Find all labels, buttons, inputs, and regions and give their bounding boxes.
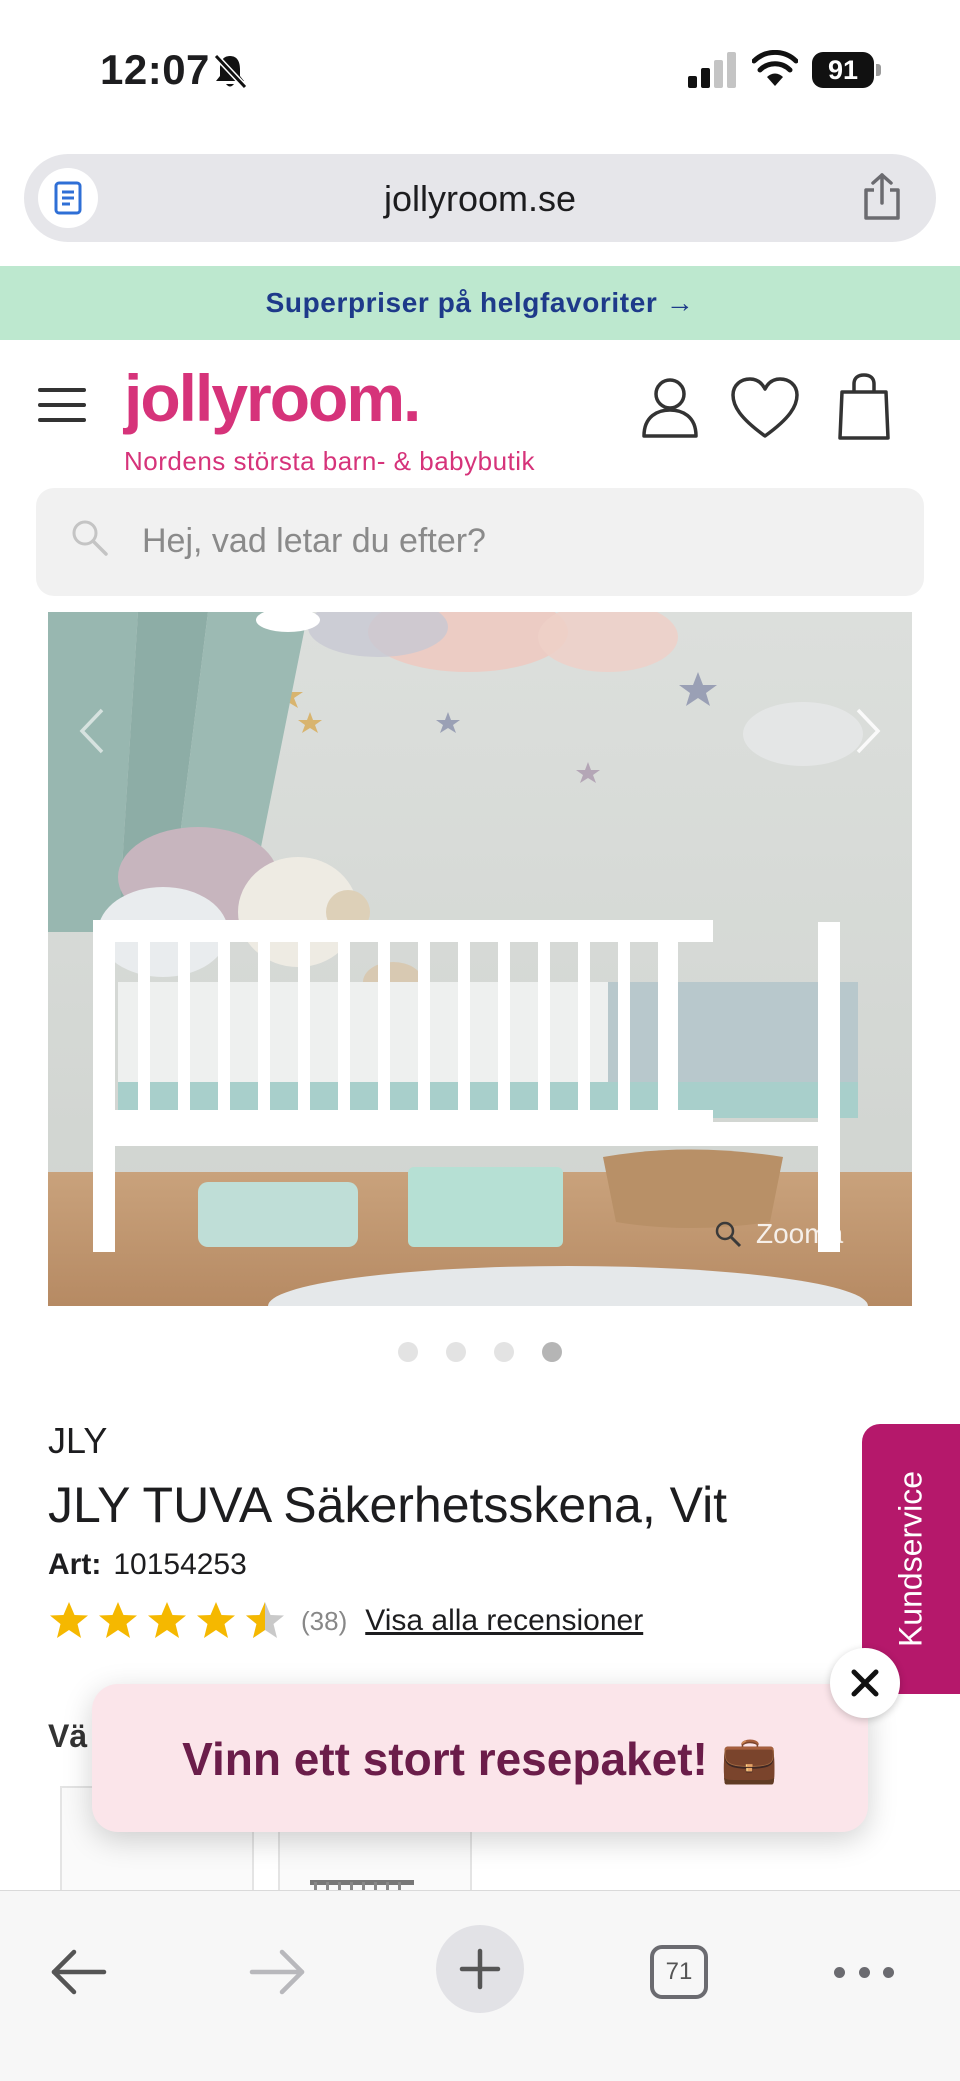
share-icon[interactable]: [860, 172, 904, 222]
product-title: JLY TUVA Säkerhetsskena, Vit: [48, 1477, 728, 1533]
close-popup-button[interactable]: [830, 1648, 900, 1718]
gallery-dot[interactable]: [494, 1342, 514, 1362]
promo-banner[interactable]: Superpriser på helgfavoriter →: [0, 266, 960, 340]
zoom-icon: [715, 1221, 742, 1248]
forward-arrow-icon[interactable]: [248, 1947, 308, 1997]
review-count: (38): [301, 1605, 348, 1636]
star-full-icon: [197, 1602, 235, 1638]
gallery-pagination[interactable]: [0, 1342, 960, 1362]
article-label: Art:: [48, 1548, 102, 1581]
jollyroom-logo[interactable]: jollyroom.: [124, 360, 421, 436]
wifi-icon: [752, 50, 798, 86]
account-icon[interactable]: [640, 376, 700, 440]
gallery-prev-icon[interactable]: [76, 706, 106, 756]
variant-section-label: Vä: [48, 1718, 88, 1754]
customer-service-label: Kundservice: [892, 1470, 929, 1648]
star-full-icon: [50, 1602, 88, 1638]
zoom-label: Zooma: [756, 1218, 844, 1249]
new-tab-button[interactable]: [436, 1925, 524, 2013]
battery-tip: [876, 64, 881, 76]
bell-slash-icon: [213, 53, 248, 90]
address-bar[interactable]: jollyroom.se: [24, 154, 936, 242]
gallery-dot[interactable]: [446, 1342, 466, 1362]
promo-popup[interactable]: Vinn ett stort resepaket! 💼: [92, 1684, 868, 1832]
browser-toolbar: 71: [0, 1890, 960, 2081]
tagline: Nordens största barn- & babybutik: [124, 446, 536, 476]
gallery-dot[interactable]: [398, 1342, 418, 1362]
star-half-icon: [246, 1602, 284, 1638]
search-icon: [72, 520, 108, 556]
zoom-button[interactable]: Zooma: [714, 1218, 843, 1250]
battery-indicator: 91: [812, 52, 881, 88]
show-all-reviews-link[interactable]: Visa alla recensioner: [365, 1604, 643, 1638]
shopping-bag-icon[interactable]: [836, 372, 892, 442]
search-field[interactable]: Hej, vad letar du efter?: [36, 488, 924, 596]
hamburger-menu-icon[interactable]: [38, 388, 86, 422]
product-brand[interactable]: JLY: [48, 1420, 107, 1462]
rating-row[interactable]: (38) Visa alla recensioner: [48, 1600, 643, 1642]
close-icon: [851, 1669, 879, 1697]
battery-level: 91: [812, 52, 874, 88]
gallery-next-icon[interactable]: [854, 706, 884, 756]
heart-icon[interactable]: [730, 376, 800, 440]
popup-text[interactable]: Vinn ett stort resepaket! 💼: [92, 1732, 868, 1787]
cellular-signal-icon: [688, 52, 736, 88]
product-image[interactable]: [48, 612, 912, 1306]
star-full-icon: [148, 1602, 186, 1638]
gallery-dot-active[interactable]: [542, 1342, 562, 1362]
article-number: Art: 10154253: [48, 1548, 247, 1582]
star-full-icon: [99, 1602, 137, 1638]
back-arrow-icon[interactable]: [48, 1947, 108, 1997]
toddler-bed-photo: [48, 612, 912, 1306]
status-time: 12:07: [100, 46, 210, 93]
status-bar: 12:07 91: [0, 0, 960, 140]
search-placeholder[interactable]: Hej, vad letar du efter?: [142, 522, 486, 561]
more-menu-icon[interactable]: [834, 1957, 894, 1987]
tabs-count-button[interactable]: 71: [650, 1945, 708, 1999]
url-text[interactable]: jollyroom.se: [24, 178, 936, 220]
article-value: 10154253: [113, 1548, 247, 1581]
plus-icon: [459, 1948, 501, 1990]
